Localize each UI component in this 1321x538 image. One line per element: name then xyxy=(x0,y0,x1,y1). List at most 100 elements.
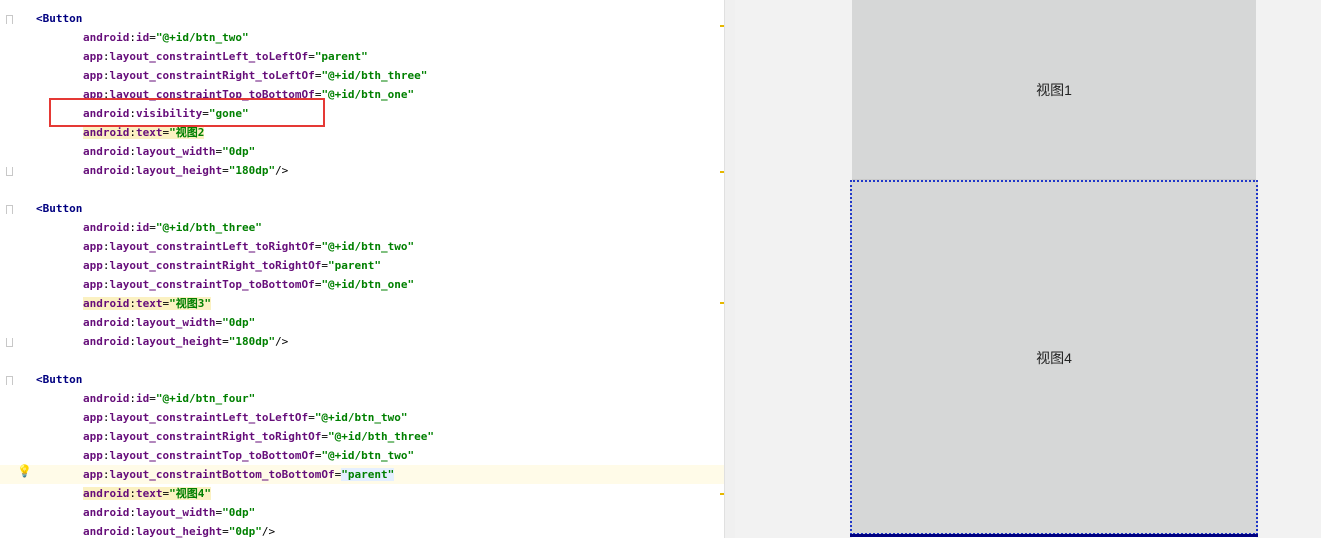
attr-value: "parent" xyxy=(328,259,382,272)
code-line[interactable] xyxy=(0,351,724,370)
attr-namespace: android xyxy=(83,145,130,158)
tag-close: /> xyxy=(275,335,289,348)
attr-name: layout_height xyxy=(135,335,223,348)
attr-name: id xyxy=(135,221,150,234)
attr-namespace: app xyxy=(83,449,103,462)
code-line[interactable]: android:text="视图4" xyxy=(0,484,724,503)
attr-value: "@+id/bth_three" xyxy=(328,430,435,443)
attr-value: "0dp" xyxy=(222,145,256,158)
attr-value: "@+id/bth_three" xyxy=(321,69,428,82)
attr-name: layout_width xyxy=(135,506,216,519)
attr-namespace: android xyxy=(83,392,130,405)
attr-namespace: android xyxy=(83,335,130,348)
code-line[interactable]: android:id="@+id/bth_three" xyxy=(0,218,724,237)
attr-value: "@+id/btn_two" xyxy=(321,240,415,253)
code-line[interactable]: android:id="@+id/btn_four" xyxy=(0,389,724,408)
attr-value: "视图4" xyxy=(169,487,211,500)
attr-name: id xyxy=(135,392,150,405)
attr-namespace: app xyxy=(83,468,103,481)
attr-namespace: app xyxy=(83,278,103,291)
button-view-4[interactable]: 视图4 xyxy=(850,180,1258,535)
attr-value: "180dp" xyxy=(228,164,276,177)
selection-bottom-edge xyxy=(850,534,1258,537)
code-line[interactable]: app:layout_constraintBottom_toBottomOf="… xyxy=(0,465,724,484)
attr-value: "parent" xyxy=(314,50,368,63)
attr-name: layout_constraintLeft_toLeftOf xyxy=(109,50,309,63)
attr-name: layout_constraintLeft_toLeftOf xyxy=(109,411,309,424)
attr-value: "0dp" xyxy=(222,316,256,329)
code-line[interactable]: app:layout_constraintLeft_toLeftOf="pare… xyxy=(0,47,724,66)
xml-tag: <Button xyxy=(36,373,83,386)
attr-namespace: android xyxy=(83,316,130,329)
attr-namespace: android xyxy=(83,525,130,538)
button-view-1[interactable]: 视图1 xyxy=(852,0,1256,180)
attr-value: "0dp" xyxy=(222,506,256,519)
attr-value: "@+id/btn_four" xyxy=(155,392,256,405)
attr-name: id xyxy=(135,31,150,44)
attr-namespace: app xyxy=(83,259,103,272)
attr-name: layout_constraintRight_toLeftOf xyxy=(109,69,315,82)
tag-close: /> xyxy=(275,164,289,177)
code-line[interactable]: android:layout_height="180dp"/> xyxy=(0,161,724,180)
code-line[interactable]: <Button xyxy=(0,9,724,28)
attr-namespace: app xyxy=(83,240,103,253)
attr-value: "parent" xyxy=(341,468,395,481)
attr-name: layout_constraintBottom_toBottomOf xyxy=(109,468,335,481)
code-line[interactable]: app:layout_constraintLeft_toLeftOf="@+id… xyxy=(0,408,724,427)
attr-namespace: android xyxy=(83,221,130,234)
attr-name: layout_constraintTop_toBottomOf xyxy=(109,278,315,291)
xml-tag: <Button xyxy=(36,12,83,25)
layout-preview: 视图1 视图4 xyxy=(735,0,1321,538)
attr-namespace: android xyxy=(83,164,130,177)
code-line[interactable]: android:layout_width="0dp" xyxy=(0,313,724,332)
attr-value: "@+id/btn_two" xyxy=(321,449,415,462)
attr-namespace: android xyxy=(83,506,130,519)
code-line[interactable] xyxy=(0,180,724,199)
code-line[interactable]: android:layout_width="0dp" xyxy=(0,503,724,522)
attr-name: text xyxy=(135,126,163,139)
attr-name: layout_height xyxy=(135,525,223,538)
attr-name: layout_width xyxy=(135,316,216,329)
attr-name: layout_height xyxy=(135,164,223,177)
attr-name: layout_constraintRight_toRightOf xyxy=(109,430,322,443)
code-editor[interactable]: <Button android:id="@+id/btn_two" app:layo… xyxy=(0,0,724,538)
code-line[interactable]: android:layout_height="180dp"/> xyxy=(0,332,724,351)
tag-close: /> xyxy=(261,525,276,538)
button-view-1-label: 视图1 xyxy=(1036,81,1072,98)
attr-value: "@+id/bth_three" xyxy=(155,221,262,234)
code-line[interactable]: <Button xyxy=(0,199,724,218)
attr-value: "0dp" xyxy=(228,525,262,538)
attr-value: "@+id/btn_two" xyxy=(314,411,408,424)
visibility-highlight-box xyxy=(49,98,325,127)
code-line[interactable]: android:text="视图3" xyxy=(0,294,724,313)
attr-name: text xyxy=(135,297,163,310)
attr-name: layout_constraintLeft_toRightOf xyxy=(109,240,315,253)
attr-value: "视图3" xyxy=(169,297,211,310)
attr-name: layout_width xyxy=(135,145,216,158)
attr-namespace: android xyxy=(83,31,130,44)
attr-namespace: android xyxy=(83,126,130,139)
xml-tag: <Button xyxy=(36,202,83,215)
code-line[interactable]: app:layout_constraintRight_toLeftOf="@+i… xyxy=(0,66,724,85)
code-line[interactable]: android:layout_height="0dp"/> xyxy=(0,522,724,538)
code-line[interactable]: app:layout_constraintRight_toRightOf="@+… xyxy=(0,427,724,446)
attr-namespace: android xyxy=(83,297,130,310)
code-line[interactable]: android:layout_width="0dp" xyxy=(0,142,724,161)
attr-value: "@+id/btn_one" xyxy=(321,88,415,101)
attr-namespace: app xyxy=(83,411,103,424)
code-line[interactable]: <Button xyxy=(0,370,724,389)
attr-value: "@+id/btn_one" xyxy=(321,278,415,291)
lightbulb-icon[interactable]: 💡 xyxy=(17,464,32,478)
attr-value: "@+id/btn_two" xyxy=(155,31,249,44)
attr-name: text xyxy=(135,487,163,500)
code-line[interactable]: android:id="@+id/btn_two" xyxy=(0,28,724,47)
code-line[interactable]: app:layout_constraintLeft_toRightOf="@+i… xyxy=(0,237,724,256)
attr-namespace: android xyxy=(83,487,130,500)
code-line[interactable]: app:layout_constraintRight_toRightOf="pa… xyxy=(0,256,724,275)
attr-namespace: app xyxy=(83,69,103,82)
attr-name: layout_constraintTop_toBottomOf xyxy=(109,449,315,462)
code-line[interactable]: app:layout_constraintTop_toBottomOf="@+i… xyxy=(0,275,724,294)
attr-name: layout_constraintRight_toRightOf xyxy=(109,259,322,272)
device-screen: 视图1 视图4 xyxy=(850,0,1258,538)
code-line[interactable]: app:layout_constraintTop_toBottomOf="@+i… xyxy=(0,446,724,465)
